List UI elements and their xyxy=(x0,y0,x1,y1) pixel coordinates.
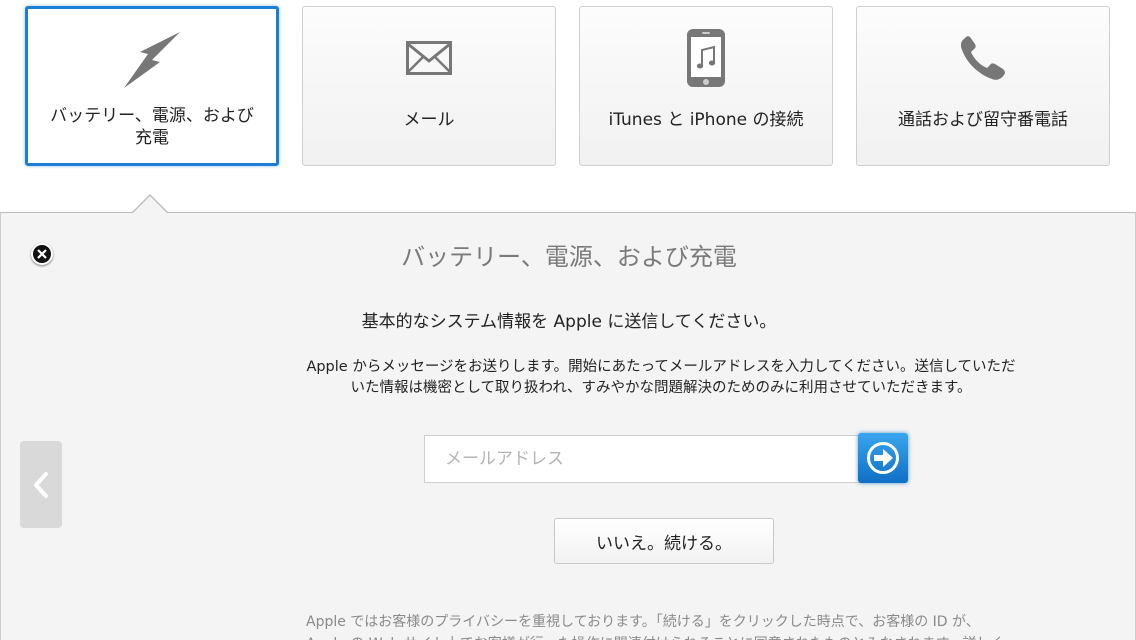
lightning-bolt-icon xyxy=(122,29,182,91)
support-page: バッテリー、電源、および充電 メール iTunes と iPhone の接続 通… xyxy=(0,0,1136,640)
panel-subtitle: 基本的なシステム情報を Apple に送信してください。 xyxy=(361,312,777,332)
topic-tile-label: iTunes と iPhone の接続 xyxy=(608,110,804,130)
topic-tile-battery[interactable]: バッテリー、電源、および充電 xyxy=(25,6,279,166)
continue-without-email-button[interactable]: いいえ。続ける。 xyxy=(554,518,774,564)
panel-pointer xyxy=(132,196,168,214)
email-form xyxy=(424,433,908,483)
topic-tiles: バッテリー、電源、および充電 メール iTunes と iPhone の接続 通… xyxy=(0,0,1136,200)
chevron-left-icon xyxy=(34,471,48,498)
topic-tile-itunes[interactable]: iTunes と iPhone の接続 xyxy=(579,6,833,166)
panel-title: バッテリー、電源、および充電 xyxy=(401,243,737,271)
panel-description: Apple からメッセージをお送りします。開始にあたってメールアドレスを入力して… xyxy=(306,359,1016,396)
submit-email-button[interactable] xyxy=(858,433,908,483)
iphone-music-icon xyxy=(686,27,726,89)
envelope-icon xyxy=(406,27,452,89)
topic-tile-mail[interactable]: メール xyxy=(302,6,556,166)
email-input[interactable] xyxy=(424,435,860,483)
detail-panel: バッテリー、電源、および充電 基本的なシステム情報を Apple に送信してくだ… xyxy=(0,212,1136,640)
topic-tile-label: メール xyxy=(403,110,455,130)
topic-tile-calls[interactable]: 通話および留守番電話 xyxy=(856,6,1110,166)
topic-tile-label: 通話および留守番電話 xyxy=(898,110,1068,130)
previous-button[interactable] xyxy=(20,441,62,528)
privacy-notice: Apple ではお客様のプライバシーを重視しております。「続ける」をクリックした… xyxy=(306,614,1004,640)
topic-tile-label: バッテリー、電源、および充電 xyxy=(50,106,254,148)
phone-handset-icon xyxy=(958,27,1008,89)
arrow-right-circle-icon xyxy=(867,442,899,474)
